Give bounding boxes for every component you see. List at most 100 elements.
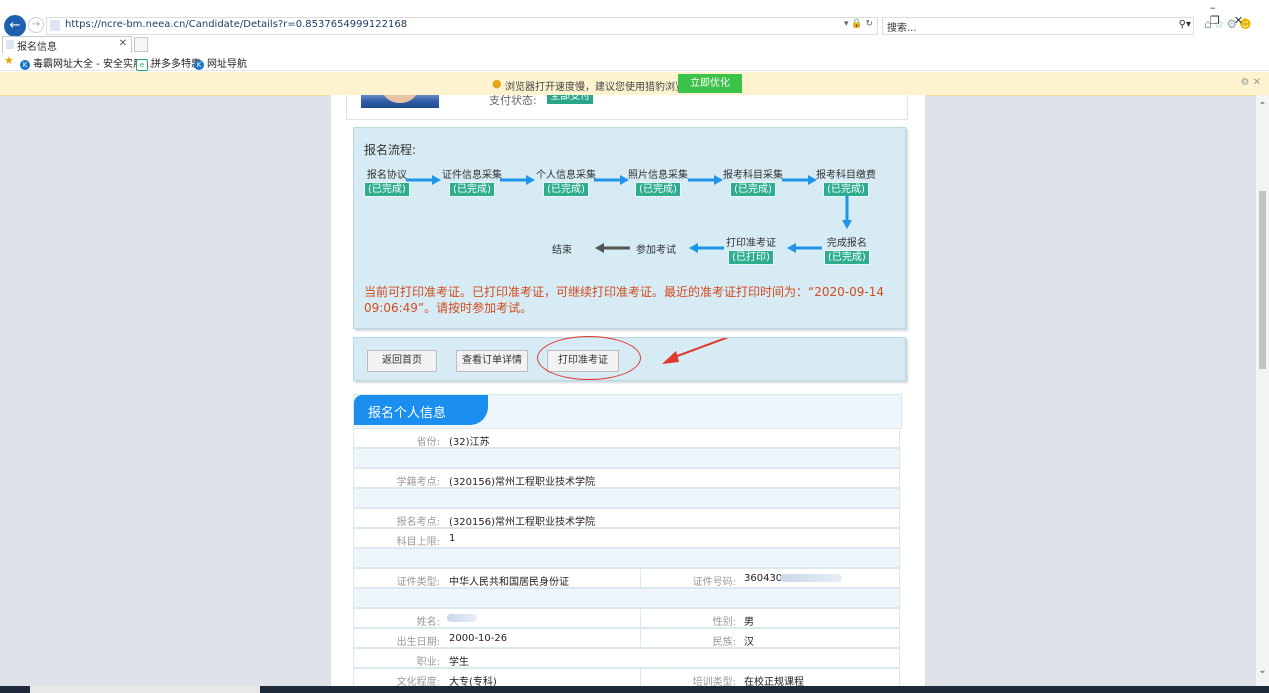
field-label: 性别: bbox=[712, 617, 736, 628]
scroll-thumb[interactable] bbox=[1259, 191, 1266, 369]
page-icon: e bbox=[136, 59, 148, 71]
back-arrow-icon[interactable]: ← bbox=[4, 15, 26, 37]
redacted-blur bbox=[447, 614, 477, 622]
step-label: 报名协议 bbox=[366, 170, 407, 181]
taskbar bbox=[0, 686, 1269, 693]
favorite-link[interactable]: K 网址导航 bbox=[194, 55, 247, 70]
payment-status-badge: 全部支付 bbox=[547, 95, 593, 104]
section-tab: 报名个人信息 bbox=[354, 395, 488, 425]
field-value: (320156)常州工程职业技术学院 bbox=[449, 517, 595, 528]
optimize-button[interactable]: 立即优化 bbox=[678, 74, 742, 93]
restore-icon[interactable]: ❐ bbox=[1210, 14, 1234, 27]
flow-step: 结束 bbox=[552, 241, 572, 256]
step-label: 报考科目采集 bbox=[723, 170, 783, 181]
table-row bbox=[353, 588, 900, 608]
arrow-left-icon bbox=[595, 243, 630, 253]
step-label: 报考科目缴费 bbox=[816, 170, 876, 181]
close-icon[interactable]: ✕ bbox=[1234, 14, 1257, 27]
field-label: 科目上限: bbox=[396, 537, 440, 548]
arrow-right-icon bbox=[782, 175, 817, 185]
scroll-up-icon[interactable]: ⌃ bbox=[1256, 101, 1269, 112]
table-row: 职业: 学生 bbox=[353, 648, 900, 668]
field-value: (320156)常州工程职业技术学院 bbox=[449, 477, 595, 488]
arrow-right-icon bbox=[406, 175, 441, 185]
address-bar[interactable]: https://ncre-bm.neea.cn/Candidate/Detail… bbox=[46, 17, 878, 35]
k-logo-icon: K bbox=[194, 60, 204, 70]
table-row bbox=[353, 488, 900, 508]
flow-step: 个人信息采集 (已完成) bbox=[536, 166, 596, 197]
flow-step: 报名协议 (已完成) bbox=[364, 166, 410, 197]
minimize-icon[interactable]: – bbox=[1210, 1, 1230, 14]
field-label: 证件类型: bbox=[396, 577, 440, 588]
field-value: 1 bbox=[449, 533, 456, 544]
browser-tab[interactable]: 报名信息 ✕ bbox=[2, 36, 132, 53]
field-value: 汉 bbox=[744, 637, 754, 648]
table-row: 报名考点: (320156)常州工程职业技术学院 bbox=[353, 508, 900, 528]
table-row: 文化程度: 大专(专科) 培训类型: 在校正规课程 bbox=[353, 668, 900, 688]
redacted-blur bbox=[780, 574, 842, 582]
page-icon bbox=[50, 20, 60, 31]
step-label: 照片信息采集 bbox=[628, 170, 688, 181]
tab-label: 报名信息 bbox=[17, 42, 57, 53]
search-icon[interactable]: ⚲▾ bbox=[1179, 19, 1191, 30]
table-row bbox=[353, 548, 900, 568]
vertical-scrollbar[interactable]: ⌃ ⌄ bbox=[1256, 95, 1269, 686]
scroll-down-icon[interactable]: ⌄ bbox=[1256, 665, 1269, 676]
table-row: 证件类型: 中华人民共和国居民身份证 证件号码: 360430 bbox=[353, 568, 900, 588]
arrow-left-icon bbox=[787, 243, 822, 253]
step-label: 打印准考证 bbox=[726, 238, 776, 249]
step-label: 完成报名 bbox=[826, 238, 867, 249]
step-status-badge: (已完成) bbox=[823, 182, 869, 197]
step-status-badge: (已完成) bbox=[449, 182, 495, 197]
tab-close-icon[interactable]: ✕ bbox=[119, 38, 127, 49]
candidate-card: 支付状态: 全部支付 bbox=[346, 95, 908, 120]
personal-info-section: 报名个人信息 省份: (32)江苏 学籍考点: (320156)常州工程职业技术… bbox=[353, 394, 902, 693]
table-row: 学籍考点: (320156)常州工程职业技术学院 bbox=[353, 468, 900, 488]
arrow-right-icon bbox=[688, 175, 723, 185]
flow-step: 证件信息采集 (已完成) bbox=[442, 166, 502, 197]
section-title: 报名个人信息 bbox=[368, 406, 447, 421]
flow-step: 报考科目采集 (已完成) bbox=[723, 166, 783, 197]
arrow-left-icon bbox=[689, 243, 724, 253]
field-value: 2000-10-26 bbox=[449, 633, 508, 644]
k-logo-icon: K bbox=[20, 60, 30, 70]
arrow-down-icon bbox=[842, 196, 852, 229]
favorites-star-icon[interactable]: ★ bbox=[4, 54, 14, 67]
field-value: (32)江苏 bbox=[449, 437, 490, 448]
step-status-badge: (已完成) bbox=[364, 182, 410, 197]
step-status-badge: (已完成) bbox=[635, 182, 681, 197]
favorite-link[interactable]: K 毒霸网址大全 - 安全实用... bbox=[20, 55, 153, 70]
return-home-button[interactable]: 返回首页 bbox=[367, 350, 437, 372]
field-label: 省份: bbox=[416, 437, 440, 448]
table-row: 省份: (32)江苏 bbox=[353, 428, 900, 448]
registration-flow: 报名流程: 报名协议 (已完成) 证件信息采集 (已完成) 个人信息采集 (已完… bbox=[353, 127, 906, 329]
table-row: 姓名: 性别: 男 bbox=[353, 608, 900, 628]
lock-refresh-icon[interactable]: ▾ 🔒 ↻ bbox=[844, 19, 873, 29]
flow-step: 报考科目缴费 (已完成) bbox=[816, 166, 876, 197]
notice-close-icon[interactable]: ⚙ ✕ bbox=[1240, 77, 1261, 88]
step-status-badge: (已完成) bbox=[730, 182, 776, 197]
step-label: 参加考试 bbox=[636, 245, 676, 256]
flow-status-message: 当前可打印准考证。已打印准考证，可继续打印准考证。最近的准考证打印时间为：“20… bbox=[364, 285, 884, 315]
field-label: 报名考点: bbox=[396, 517, 440, 528]
flow-step: 参加考试 bbox=[636, 241, 676, 256]
taskbar-item[interactable] bbox=[30, 686, 260, 693]
highlight-circle bbox=[537, 336, 641, 380]
field-value: 中华人民共和国居民身份证 bbox=[449, 577, 569, 588]
red-pointer-arrow bbox=[662, 338, 729, 364]
view-order-button[interactable]: 查看订单详情 bbox=[456, 350, 528, 372]
field-label: 出生日期: bbox=[396, 637, 440, 648]
field-label: 学籍考点: bbox=[396, 477, 440, 488]
new-tab-icon[interactable] bbox=[134, 37, 148, 52]
search-placeholder: 搜索... bbox=[887, 23, 917, 34]
browser-chrome: ← → https://ncre-bm.neea.cn/Candidate/De… bbox=[0, 0, 1269, 72]
arrow-right-icon bbox=[500, 175, 535, 185]
favorites-bar: ★ K 毒霸网址大全 - 安全实用... e 拼多多特惠 K 网址导航 bbox=[0, 53, 1269, 71]
field-value: 360430 bbox=[744, 573, 783, 584]
flow-step: 照片信息采集 (已完成) bbox=[628, 166, 688, 197]
favorite-link[interactable]: e 拼多多特惠 bbox=[136, 55, 201, 71]
window-controls[interactable]: –❐✕ bbox=[1210, 1, 1269, 27]
step-status-badge: (已打印) bbox=[728, 250, 774, 265]
search-box[interactable]: 搜索... ⚲▾ bbox=[882, 17, 1194, 35]
forward-arrow-icon[interactable]: → bbox=[28, 17, 44, 33]
